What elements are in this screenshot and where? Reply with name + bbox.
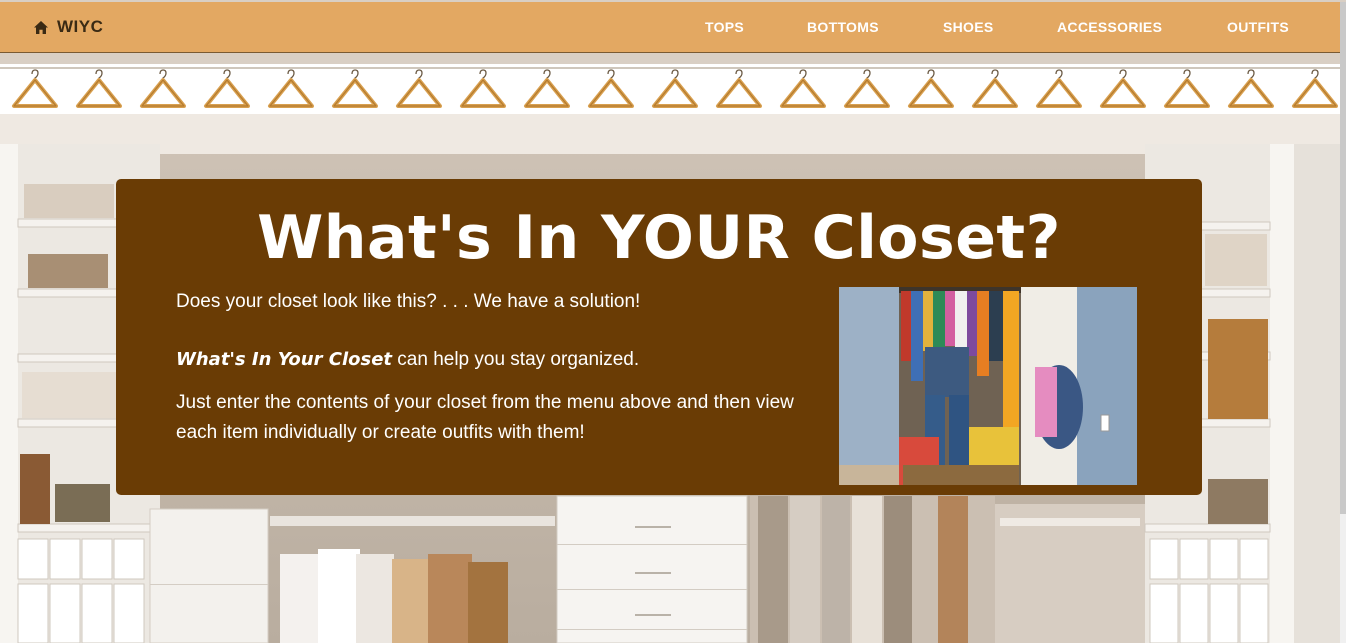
page-scrollbar[interactable] xyxy=(1340,2,1346,514)
nav-item-shoes[interactable]: SHOES xyxy=(943,19,994,35)
hanger-banner xyxy=(0,64,1340,114)
nav-item-bottoms[interactable]: BOTTOMS xyxy=(807,19,879,35)
messy-closet-photo xyxy=(839,287,1137,485)
home-icon xyxy=(34,20,48,34)
hero-title: What's In YOUR Closet? xyxy=(257,203,1061,273)
hero-instructions: Just enter the contents of your closet f… xyxy=(176,392,794,443)
top-navbar: WIYC TOPS BOTTOMS SHOES ACCESSORIES OUTF… xyxy=(0,2,1340,53)
hero-tagline-emphasis: What's In Your Closet xyxy=(176,349,392,370)
hero-intro-text: Does your closet look like this? . . . W… xyxy=(176,291,641,312)
hangers-image xyxy=(0,64,1340,114)
nav-item-tops[interactable]: TOPS xyxy=(705,19,744,35)
nav-item-outfits[interactable]: OUTFITS xyxy=(1227,19,1289,35)
brand-label: WIYC xyxy=(57,17,104,36)
hero-tagline: What's In Your Closet can help you stay … xyxy=(176,349,639,371)
chevron-left-icon[interactable]: ‹ xyxy=(90,79,112,105)
hero-tagline-rest: can help you stay organized. xyxy=(392,349,640,370)
nav-item-accessories[interactable]: ACCESSORIES xyxy=(1057,19,1162,35)
brand-link[interactable]: WIYC xyxy=(34,17,103,37)
hero-card: What's In YOUR Closet? Does your closet … xyxy=(116,179,1202,495)
